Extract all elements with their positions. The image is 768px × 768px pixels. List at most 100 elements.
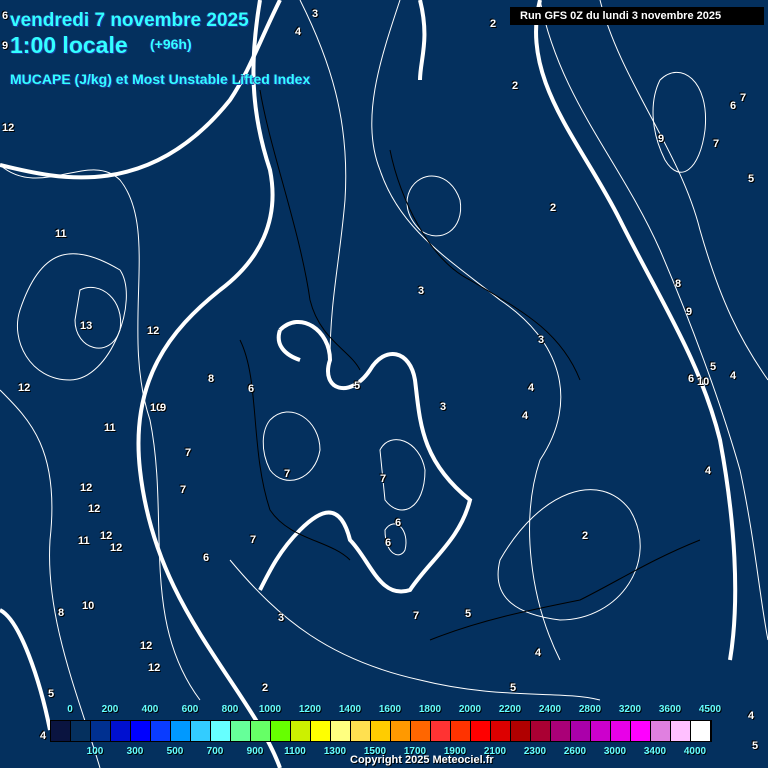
- contour-label: 6: [395, 517, 402, 529]
- forecast-date: vendredi 7 novembre 2025: [10, 10, 249, 31]
- legend-swatch: [211, 721, 231, 741]
- legend-top-label: 1200: [298, 704, 322, 715]
- legend-top-label: 200: [101, 704, 119, 715]
- legend-swatch: [371, 721, 391, 741]
- contour-label: 4: [748, 710, 755, 722]
- legend-bottom-label: 900: [246, 746, 264, 757]
- contour-label: 7: [250, 534, 257, 546]
- contour-label: 3: [278, 612, 285, 624]
- contour-label: 12: [80, 482, 93, 494]
- legend-swatch: [351, 721, 371, 741]
- contour-label: 8: [675, 278, 682, 290]
- contour-label: 5: [465, 608, 472, 620]
- contour-label: 8: [208, 373, 215, 385]
- contour-label: 12: [18, 382, 31, 394]
- legend-swatch: [411, 721, 431, 741]
- legend-swatch: [251, 721, 271, 741]
- legend-swatch: [271, 721, 291, 741]
- contour-label: 9: [686, 306, 693, 318]
- contour-label: 4: [528, 382, 535, 394]
- legend-bottom-label: 700: [206, 746, 224, 757]
- contour-label: 4: [522, 410, 529, 422]
- contour-label: 10: [82, 600, 95, 612]
- contour-label: 3: [418, 285, 425, 297]
- forecast-map: 6 9 12 11 13 12 12 10 9 11 12 12 11 12 12 8 10 12 12 5 4 7 7 8 6…: [0, 0, 768, 768]
- legend-swatch: [451, 721, 471, 741]
- contour-label: 7: [284, 468, 291, 480]
- legend-swatch: [491, 721, 511, 741]
- legend-top-label: 1400: [338, 704, 362, 715]
- legend-top-label: 4500: [698, 704, 722, 715]
- contour-label: 8: [58, 607, 65, 619]
- legend-swatch: [611, 721, 631, 741]
- contour-label: 12: [110, 542, 123, 554]
- legend-top-label: 600: [181, 704, 199, 715]
- contour-label: 3: [538, 334, 545, 346]
- contour-label: 10: [697, 376, 710, 388]
- contour-label: 7: [413, 610, 420, 622]
- legend-top-label: 3600: [658, 704, 682, 715]
- legend-swatch: [91, 721, 111, 741]
- legend-swatch: [531, 721, 551, 741]
- legend-swatch: [291, 721, 311, 741]
- legend-swatch: [591, 721, 611, 741]
- contour-label: 2: [512, 80, 519, 92]
- legend-swatch: [511, 721, 531, 741]
- legend-swatch: [151, 721, 171, 741]
- contour-lines: [0, 0, 768, 768]
- contour-label: 12: [148, 662, 161, 674]
- legend-swatch: [171, 721, 191, 741]
- legend-swatch: [631, 721, 651, 741]
- contour-label: 5: [510, 682, 517, 694]
- contour-label: 5: [748, 173, 755, 185]
- legend-swatch: [551, 721, 571, 741]
- contour-label: 2: [550, 202, 557, 214]
- forecast-hour: 1:00 locale: [10, 32, 128, 58]
- contour-label: 11: [78, 535, 90, 547]
- contour-label: 12: [88, 503, 101, 515]
- legend-bottom-label: 500: [166, 746, 184, 757]
- contour-label: 3: [440, 401, 447, 413]
- contour-label: 12: [100, 530, 113, 542]
- legend-bottom-label: 300: [126, 746, 144, 757]
- legend-top-label: 2000: [458, 704, 482, 715]
- contour-label: 5: [48, 688, 55, 700]
- legend-top-label: 1800: [418, 704, 442, 715]
- legend-bottom-label: 3000: [603, 746, 627, 757]
- forecast-lead-time: (+96h): [150, 36, 192, 52]
- contour-label: 13: [80, 320, 93, 332]
- legend-top-label: 800: [221, 704, 239, 715]
- legend-color-bar: [50, 720, 712, 742]
- legend-swatch: [331, 721, 351, 741]
- legend-top-label: 1000: [258, 704, 282, 715]
- legend-top-label: 3200: [618, 704, 642, 715]
- legend-swatch: [311, 721, 331, 741]
- contour-label: 4: [40, 730, 47, 742]
- contour-label: 9: [658, 133, 665, 145]
- contour-label: 4: [535, 647, 542, 659]
- copyright: Copyright 2025 Meteociel.fr: [350, 754, 494, 766]
- legend-bottom-label: 1300: [323, 746, 347, 757]
- legend-top-label: 2200: [498, 704, 522, 715]
- legend-bottom-label: 1100: [284, 746, 306, 757]
- contour-label: 6: [248, 383, 255, 395]
- contour-label: 2: [262, 682, 269, 694]
- contour-label: 7: [740, 92, 747, 104]
- legend-top-label: 1600: [378, 704, 402, 715]
- legend-top-label: 0: [67, 704, 73, 715]
- contour-label: 7: [185, 447, 192, 459]
- legend-swatch: [691, 721, 711, 741]
- legend-bottom-label: 4000: [683, 746, 707, 757]
- legend-swatch: [671, 721, 691, 741]
- contour-label: 6: [688, 373, 695, 385]
- legend-swatch: [131, 721, 151, 741]
- contour-label: 6: [385, 537, 392, 549]
- contour-label: 7: [380, 473, 387, 485]
- legend-swatch: [431, 721, 451, 741]
- contour-label: 3: [312, 8, 319, 20]
- contour-label: 12: [140, 640, 153, 652]
- legend-swatch: [51, 721, 71, 741]
- contour-label: 5: [354, 380, 361, 392]
- legend-swatch: [471, 721, 491, 741]
- contour-label: 2: [490, 18, 497, 30]
